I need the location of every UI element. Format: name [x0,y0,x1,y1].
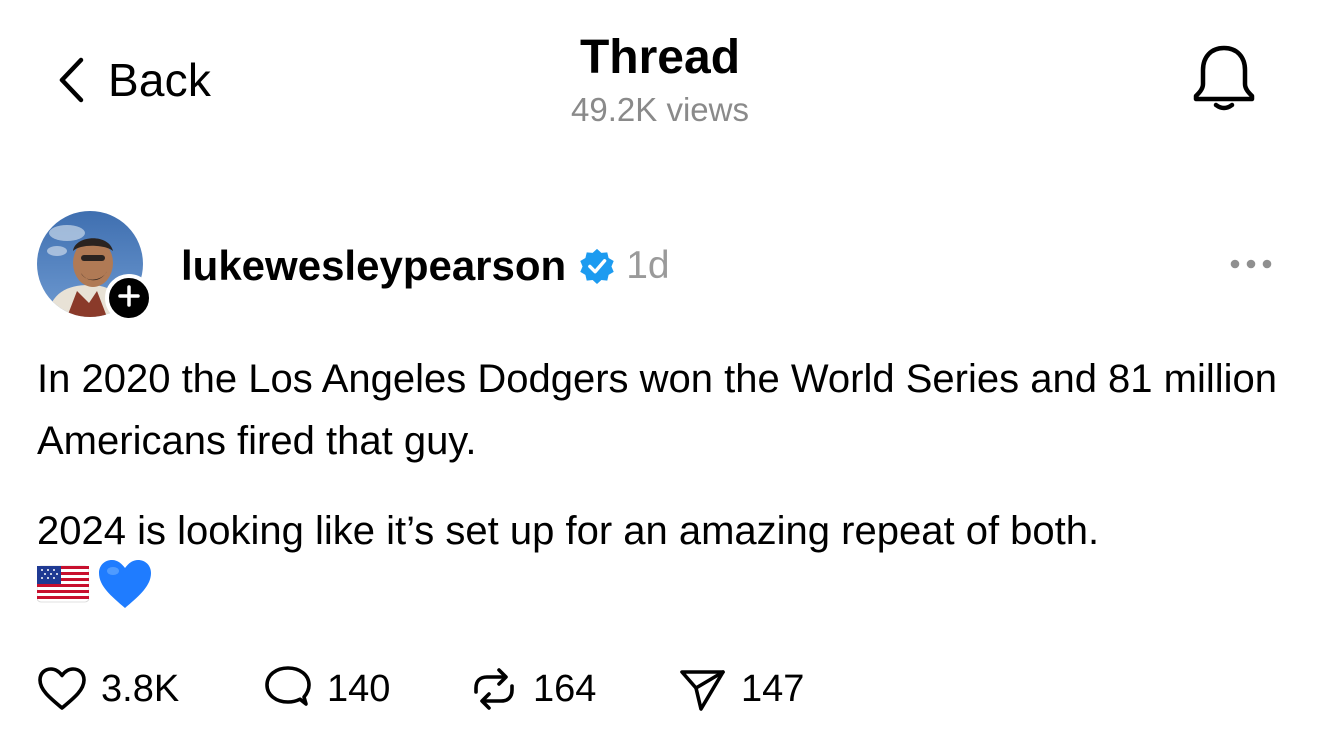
share-button[interactable]: 147 [677,664,804,714]
post-author-line: lukewesleypearson 1d [181,236,670,296]
reply-button[interactable]: 140 [263,664,469,714]
heart-icon [37,666,87,712]
comment-icon [263,664,313,714]
repost-icon [469,664,519,714]
username[interactable]: lukewesleypearson [181,242,566,290]
post-paragraph: 2024 is looking like it’s set up for an … [37,509,1100,553]
like-button[interactable]: 3.8K [37,666,263,712]
flag-usa-icon [37,564,89,604]
blue-heart-icon [97,558,153,610]
reply-count: 140 [327,667,391,710]
verified-badge-icon [578,247,616,285]
emoji-row [37,556,1297,612]
post-text: In 2020 the Los Angeles Dodgers won the … [37,348,1297,612]
follow-button[interactable] [105,274,153,322]
like-count: 3.8K [101,667,180,710]
avatar-container[interactable] [37,211,155,329]
more-horizontal-icon [1229,257,1273,275]
more-options-button[interactable] [1226,246,1276,286]
share-count: 147 [741,667,805,710]
repost-count: 164 [533,667,597,710]
thread-header: Back Thread 49.2K views [0,0,1320,150]
repost-button[interactable]: 164 [469,664,677,714]
back-button[interactable]: Back [56,52,211,108]
back-label: Back [108,54,212,106]
notifications-button[interactable] [1186,42,1262,118]
post-paragraph: In 2020 the Los Angeles Dodgers won the … [37,357,1278,463]
chevron-left-icon [56,56,86,104]
post-actions: 3.8K 140 164 147 [37,660,804,718]
post-timestamp: 1d [626,244,670,287]
bell-icon [1192,42,1256,119]
send-icon [677,664,727,714]
plus-icon [117,284,141,313]
